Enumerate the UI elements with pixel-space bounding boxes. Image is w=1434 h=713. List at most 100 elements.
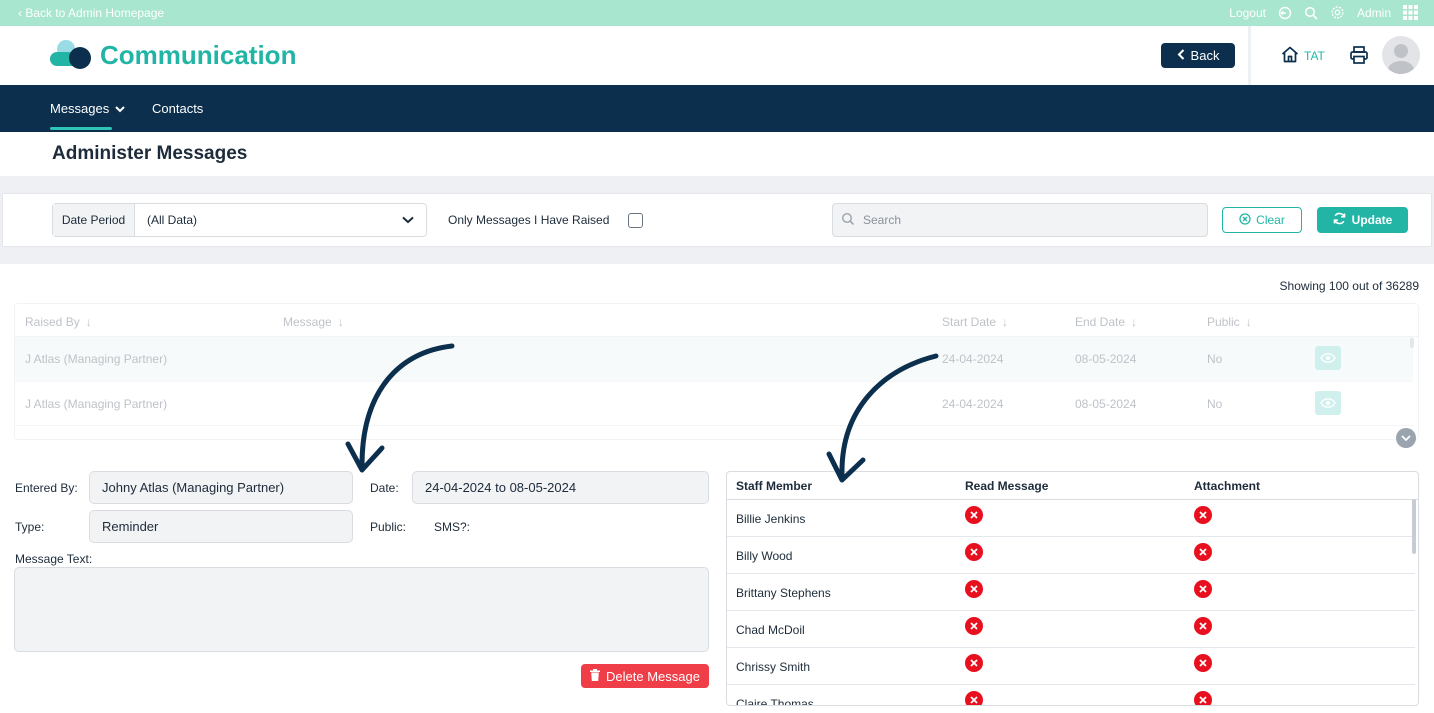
table-row: Billie Jenkins [727,500,1415,537]
annotation-arrow-right [826,353,939,483]
table-row: Chad McDoil [727,611,1415,648]
nav-item-messages-label: Messages [50,101,110,116]
nav-item-messages[interactable]: Messages [50,101,125,116]
cell-raised-by: J Atlas (Managing Partner) [25,352,168,366]
refresh-icon [1333,212,1346,228]
staff-name: Chrissy Smith [736,660,811,674]
column-header-message[interactable]: Message ↓ [283,315,344,329]
public-label: Public: [370,520,407,534]
clear-button-label: Clear [1256,213,1285,227]
not-read-x-icon [965,506,983,524]
column-header-end-date[interactable]: End Date ↓ [1075,315,1137,329]
not-read-x-icon [965,617,983,635]
back-button-label: Back [1190,48,1220,63]
table-row: Claire Thomas [727,685,1415,706]
home-icon [1281,46,1299,66]
nav-item-contacts[interactable]: Contacts [152,101,203,116]
clear-icon [1239,212,1251,228]
sort-arrow-icon: ↓ [1245,315,1252,329]
column-header-raised-by[interactable]: Raised By ↓ [25,315,92,329]
entered-by-label: Entered By: [15,481,78,495]
no-attachment-x-icon [1194,654,1212,672]
back-button[interactable]: Back [1161,43,1235,68]
clear-button[interactable]: Clear [1222,207,1302,233]
active-tab-indicator [50,127,112,130]
delete-message-button[interactable]: Delete Message [581,664,709,688]
table-row: Chrissy Smith [727,648,1415,685]
staff-name: Claire Thomas [736,697,814,706]
avatar[interactable] [1382,36,1420,74]
no-attachment-x-icon [1194,617,1212,635]
cell-raised-by: J Atlas (Managing Partner) [25,397,168,411]
message-text-area[interactable] [14,567,709,652]
update-button[interactable]: Update [1317,207,1408,233]
apps-grid-icon[interactable] [1403,5,1418,20]
search-icon [841,212,855,229]
no-attachment-x-icon [1194,543,1212,561]
top-bar: ‹ Back to Admin Homepage Logout Admin [0,0,1434,26]
admin-user-label[interactable]: Admin [1357,6,1391,20]
update-button-label: Update [1351,213,1393,227]
not-read-x-icon [965,543,983,561]
table-row-partial[interactable] [15,425,1413,439]
staff-name: Brittany Stephens [736,586,831,600]
back-to-admin-link[interactable]: ‹ Back to Admin Homepage [18,6,164,20]
date-period-value[interactable]: (All Data) [135,204,390,236]
trash-icon [590,668,601,684]
table-row[interactable]: J Atlas (Managing Partner) 24-04-2024 08… [15,381,1413,425]
search-icon[interactable] [1304,6,1318,20]
nav-item-contacts-label: Contacts [152,101,204,116]
messages-table: Raised By ↓ Message ↓ Start Date ↓ End Date… [14,303,1419,440]
not-read-x-icon [965,691,983,705]
only-mine-checkbox[interactable] [628,213,643,228]
column-header-read-message: Read Message [965,479,1049,493]
staff-name: Billie Jenkins [736,512,806,526]
scroll-down-icon[interactable] [1396,428,1416,448]
table-row[interactable]: J Atlas (Managing Partner) 24-04-2024 08… [15,337,1413,381]
cell-start-date: 24-04-2024 [942,352,1004,366]
header-label: Message [283,315,332,329]
app-logo-icon [48,38,92,72]
column-header-start-date[interactable]: Start Date ↓ [942,315,1008,329]
cell-start-date: 24-04-2024 [942,397,1004,411]
column-header-staff-member: Staff Member [736,479,813,493]
search-placeholder: Search [863,213,902,227]
sort-arrow-icon: ↓ [337,315,344,329]
type-field[interactable]: Reminder [89,510,353,543]
column-header-attachment: Attachment [1194,479,1261,493]
staff-table-scrollbar[interactable] [1412,499,1416,554]
chevron-down-icon[interactable] [390,204,426,236]
no-attachment-x-icon [1194,691,1212,705]
annotation-arrow-left [345,343,455,473]
sort-arrow-icon: ↓ [1002,315,1009,329]
type-label: Type: [15,520,45,534]
not-read-x-icon [965,654,983,672]
search-input[interactable]: Search [832,203,1208,237]
home-link[interactable]: TAT [1281,46,1325,66]
view-eye-icon[interactable] [1315,346,1341,370]
results-count: Showing 100 out of 36289 [1279,279,1419,293]
only-mine-label: Only Messages I Have Raised [448,213,610,227]
printer-icon[interactable] [1349,45,1369,70]
table-scrollbar[interactable] [1410,338,1414,348]
entered-by-field[interactable]: Johny Atlas (Managing Partner) [89,471,353,504]
date-period-select[interactable]: Date Period (All Data) [52,203,427,237]
main-nav: Messages Contacts [0,85,1434,132]
staff-name: Billy Wood [736,549,793,563]
cell-public: No [1207,352,1223,366]
cell-end-date: 08-05-2024 [1075,397,1137,411]
logout-link[interactable]: Logout [1229,6,1266,20]
gear-icon[interactable] [1330,5,1345,20]
delete-message-label: Delete Message [606,668,700,684]
header-divider [1248,26,1251,85]
staff-read-table: Staff Member Read Message Attachment Bil… [726,471,1419,706]
staff-name: Chad McDoil [736,623,805,637]
view-eye-icon[interactable] [1315,391,1341,415]
logout-icon[interactable] [1278,6,1292,20]
home-label: TAT [1304,49,1325,63]
header-label: Start Date [942,315,997,329]
table-row: Brittany Stephens [727,574,1415,611]
header-label: Raised By [25,315,80,329]
date-period-label: Date Period [53,204,135,236]
column-header-public[interactable]: Public ↓ [1207,315,1252,329]
